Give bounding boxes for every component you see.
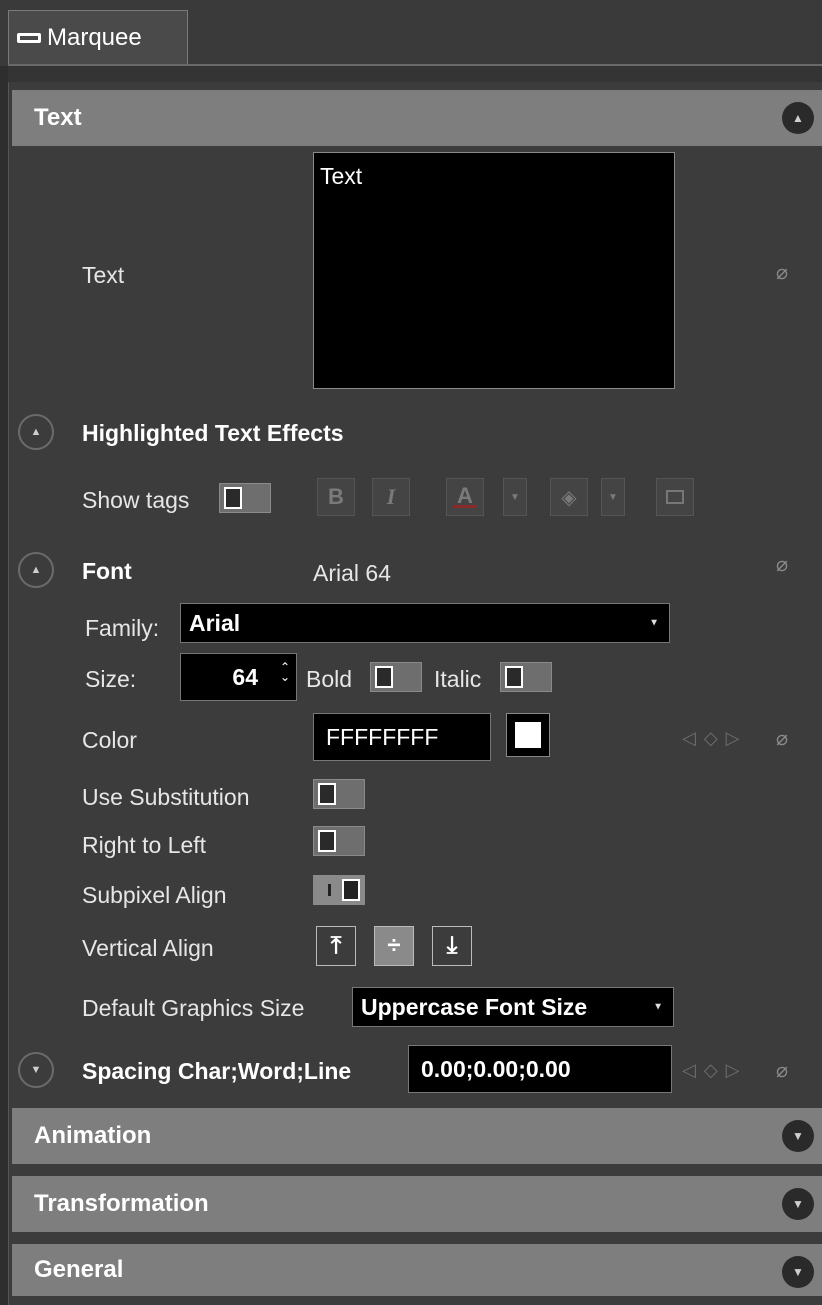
align-bottom-icon[interactable]: ⤓ [432,926,472,966]
image-icon[interactable] [656,478,694,516]
align-middle-icon[interactable]: ÷ [374,926,414,966]
section-header-animation[interactable]: Animation ▼ [12,1108,822,1164]
spinner-icon[interactable]: ⌃ ⌄ [280,661,290,683]
expand-icon[interactable]: ▼ [782,1120,814,1152]
font-title: Font [82,558,132,584]
bold-button[interactable]: B [317,478,355,516]
link-icon[interactable]: ⌀ [776,552,788,577]
keyframe-controls[interactable]: ◁◇▷ [682,1060,748,1081]
font-color-bar [453,504,477,508]
section-title: Text [34,104,82,131]
fill-color-icon[interactable]: ◈ [550,478,588,516]
marquee-icon [17,33,41,43]
toggle-knob [318,830,336,852]
toggle-knob [375,666,393,688]
font-family-select[interactable]: Arial ▼ [180,603,670,643]
chevron-down-icon: ▼ [649,617,659,629]
text-label: Text [82,262,125,288]
italic-label: Italic [434,666,482,692]
section-header-text[interactable]: Text ▲ [12,90,822,146]
size-label: Size: [85,666,137,692]
toggle-knob [318,783,336,805]
toggle-knob [342,879,360,901]
section-title: Transformation [34,1190,209,1217]
vertical-align-label: Vertical Align [82,935,214,961]
fill-color-dropdown[interactable]: ▼ [601,478,625,516]
font-summary: Arial 64 [313,560,391,586]
bold-toggle[interactable] [370,662,422,692]
tab-label: Marquee [47,24,142,51]
collapse-icon[interactable]: ▲ [782,102,814,134]
spacing-input[interactable]: 0.00;0.00;0.00 [408,1045,672,1093]
toggle-pip [328,884,331,896]
subpixel-align-label: Subpixel Align [82,882,227,908]
section-header-general[interactable]: General ▼ [12,1244,822,1296]
chevron-down-icon: ▼ [653,1001,663,1013]
spacing-label: Spacing Char;Word;Line [82,1058,352,1084]
font-color-button[interactable]: A [446,478,484,516]
right-to-left-toggle[interactable] [313,826,365,856]
font-size-value: 64 [232,663,258,690]
color-swatch[interactable] [506,713,550,757]
expand-icon[interactable]: ▼ [782,1188,814,1220]
expand-icon[interactable]: ▼ [782,1256,814,1288]
show-tags-toggle[interactable] [219,483,271,513]
italic-toggle[interactable] [500,662,552,692]
toggle-knob [505,666,523,688]
highlighted-effects-title: Highlighted Text Effects [82,420,344,446]
default-graphics-size-value: Uppercase Font Size [361,993,588,1020]
tab-divider [8,64,822,82]
toggle-knob [224,487,242,509]
expand-toggle-icon[interactable]: ▼ [18,1052,54,1088]
color-swatch-fill [515,722,541,748]
right-to-left-label: Right to Left [82,832,207,858]
use-substitution-label: Use Substitution [82,784,250,810]
expand-toggle-icon[interactable]: ▲ [18,414,54,450]
section-title: General [34,1256,124,1283]
font-family-value: Arial [189,609,241,636]
text-input[interactable]: Text [313,152,675,389]
section-title: Animation [34,1122,152,1149]
image-frame [666,490,684,504]
font-color-dropdown[interactable]: ▼ [503,478,527,516]
keyframe-controls[interactable]: ◁◇▷ [682,728,748,749]
tab-marquee[interactable]: Marquee [8,10,188,65]
link-icon[interactable]: ⌀ [776,260,788,285]
italic-button[interactable]: I [372,478,410,516]
font-size-stepper[interactable]: 64 ⌃ ⌄ [180,653,297,701]
link-icon[interactable]: ⌀ [776,726,788,751]
expand-toggle-icon[interactable]: ▲ [18,552,54,588]
family-label: Family: [85,615,160,641]
default-graphics-size-select[interactable]: Uppercase Font Size ▼ [352,987,674,1027]
section-header-transformation[interactable]: Transformation ▼ [12,1176,822,1232]
bold-label: Bold [306,666,353,692]
font-color-glyph: A [457,482,473,508]
show-tags-label: Show tags [82,487,190,513]
color-label: Color [82,727,137,753]
link-icon[interactable]: ⌀ [776,1058,788,1083]
use-substitution-toggle[interactable] [313,779,365,809]
subpixel-align-toggle[interactable] [313,875,365,905]
default-graphics-size-label: Default Graphics Size [82,995,305,1021]
color-hex-input[interactable]: FFFFFFFF [313,713,491,761]
align-top-icon[interactable]: ⤒ [316,926,356,966]
